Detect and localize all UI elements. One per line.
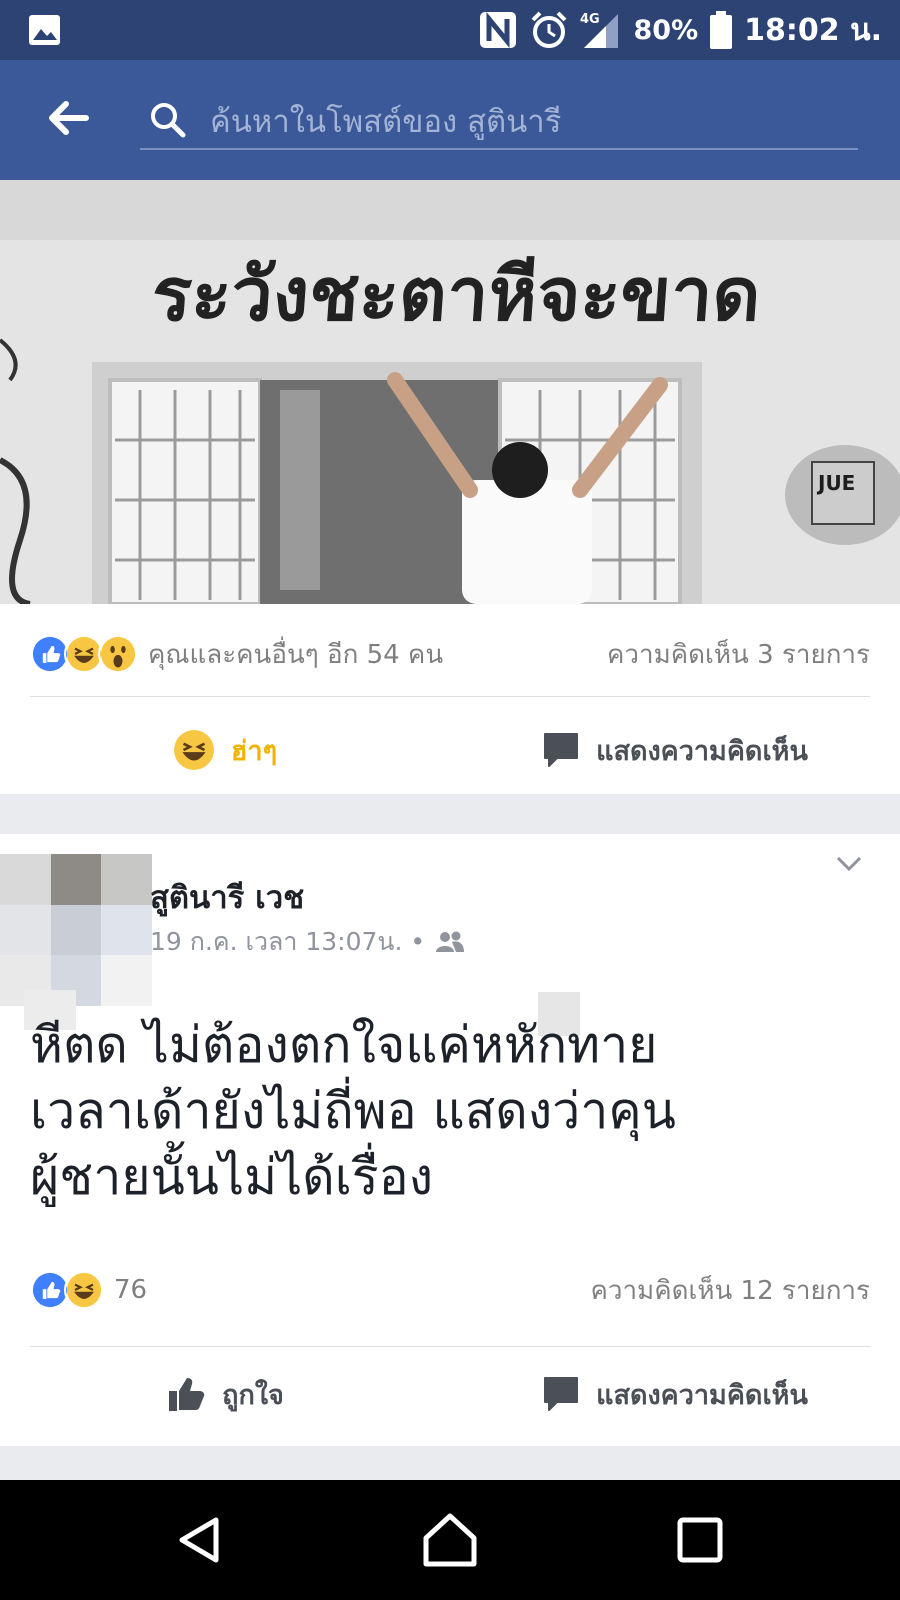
divider — [30, 696, 870, 697]
search-icon — [151, 103, 186, 138]
reaction-summary[interactable]: 76 ความคิดเห็น 12 รายการ — [30, 1260, 870, 1320]
post-text-line: หีตด ไม่ต้องตกใจแค่หหักทาย — [30, 1016, 658, 1074]
android-nav-bar — [0, 1480, 900, 1600]
home-icon[interactable] — [420, 1510, 480, 1570]
search-placeholder: ค้นหาในโพสต์ของ สูตินารี — [210, 104, 562, 140]
post-text: หีตด ไม่ต้องตกใจแค่หหักทาย เวลาเด้ายังไม… — [30, 1012, 870, 1210]
post-text-line: ผู้ชายนั้นไม่ได้เรื่อง — [30, 1148, 434, 1206]
comment-button[interactable]: แสดงความคิดเห็น — [450, 704, 900, 796]
likes-count[interactable]: 76 — [114, 1275, 147, 1305]
alarm-icon — [531, 11, 566, 48]
comments-count[interactable]: ความคิดเห็น 12 รายการ — [590, 1270, 870, 1311]
chevron-down-icon[interactable] — [834, 848, 864, 878]
clock: 18:02 น. — [744, 12, 882, 48]
post-photo[interactable]: ระวังชะตาหีจะขาด JUE — [0, 180, 900, 604]
divider — [30, 1346, 870, 1347]
haha-button[interactable]: ฮ่าๆ — [0, 704, 450, 796]
recents-icon[interactable] — [670, 1510, 730, 1570]
back-arrow-icon[interactable] — [46, 96, 90, 140]
post-meta: 19 ก.ค. เวลา 13:07น. • — [150, 922, 465, 962]
photo-illustration: ระวังชะตาหีจะขาด JUE — [0, 180, 900, 604]
haha-reaction-icon — [173, 730, 214, 770]
comment-label: แสดงความคิดเห็น — [596, 1379, 808, 1411]
avatar[interactable] — [0, 854, 152, 1006]
like-label: ถูกใจ — [222, 1379, 284, 1411]
status-bar: 4G 80% 18:02 น. — [0, 0, 900, 60]
comment-label: แสดงความคิดเห็น — [596, 735, 808, 767]
haha-reaction-icon — [64, 1270, 104, 1310]
comment-icon — [544, 733, 579, 767]
haha-label: ฮ่าๆ — [230, 735, 278, 767]
post-card-2: สูตินารี เวช 19 ก.ค. เวลา 13:07น. • หีตด… — [0, 834, 900, 1446]
gallery-icon — [29, 15, 60, 45]
comments-count[interactable]: ความคิดเห็น 3 รายการ — [607, 634, 870, 675]
back-triangle-icon[interactable] — [170, 1510, 230, 1570]
nfc-icon — [479, 11, 516, 49]
post-text-line: เวลาเด้ายังไม่ถี่พอ แสดงว่าคุน — [30, 1082, 676, 1140]
graffiti-text: ระวังชะตาหีจะขาด — [149, 252, 764, 338]
like-button[interactable]: ถูกใจ — [0, 1348, 450, 1440]
action-row: ฮ่าๆ แสดงความคิดเห็น — [0, 704, 900, 796]
comment-button[interactable]: แสดงความคิดเห็น — [450, 1348, 900, 1440]
wow-reaction-icon — [98, 634, 138, 674]
battery-icon — [710, 11, 733, 49]
thumbs-up-icon — [169, 1378, 205, 1411]
action-row: ถูกใจ แสดงความคิดเห็น — [0, 1348, 900, 1440]
reactions-text[interactable]: คุณและคนอื่นๆ อีก 54 คน — [148, 634, 443, 675]
post-footer-1: คุณและคนอื่นๆ อีก 54 คน ความคิดเห็น 3 รา… — [0, 604, 900, 794]
author-name[interactable]: สูตินารี เวช — [150, 872, 304, 922]
comment-icon — [544, 1377, 579, 1411]
reaction-summary[interactable]: คุณและคนอื่นๆ อีก 54 คน ความคิดเห็น 3 รา… — [30, 624, 870, 684]
battery-percent: 80% — [633, 14, 699, 46]
post-timestamp[interactable]: 19 ก.ค. เวลา 13:07น. • — [150, 922, 425, 962]
svg-text:4G: 4G — [580, 12, 600, 27]
friends-icon — [436, 931, 465, 952]
search-input[interactable]: ค้นหาในโพสต์ของ สูตินารี — [140, 90, 858, 150]
search-header: ค้นหาในโพสต์ของ สูตินารี — [0, 60, 900, 180]
signal-icon: 4G — [580, 12, 618, 48]
